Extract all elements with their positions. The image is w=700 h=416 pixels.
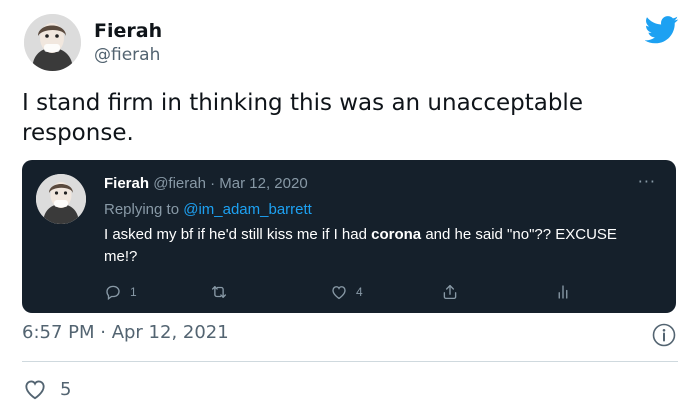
replying-to-mention[interactable]: @im_adam_barrett <box>183 201 312 218</box>
avatar-photo <box>24 14 81 71</box>
tweet-like-button[interactable]: 5 <box>22 376 71 402</box>
tweet-like-count: 5 <box>60 378 72 400</box>
quoted-author-meta: @fierah · Mar 12, 2020 <box>153 175 308 192</box>
heart-icon <box>332 286 346 300</box>
retweet-button[interactable] <box>210 283 228 301</box>
analytics-button[interactable] <box>554 283 572 301</box>
like-button[interactable]: 4 <box>330 283 363 301</box>
quoted-author-name[interactable]: Fierah <box>104 175 149 192</box>
analytics-icon <box>558 285 568 299</box>
share-button[interactable] <box>441 283 459 301</box>
heart-icon <box>25 380 45 400</box>
replying-to-label: Replying to <box>104 201 180 218</box>
tweet-text: I stand firm in thinking this was an una… <box>22 90 583 146</box>
quoted-tweet-card[interactable]: Fierah @fierah · Mar 12, 2020 ··· Replyi… <box>22 160 676 313</box>
quoted-header: Fierah @fierah · Mar 12, 2020 <box>104 175 308 192</box>
quoted-author-avatar[interactable] <box>36 174 86 224</box>
retweet-icon <box>211 286 227 298</box>
info-icon[interactable] <box>652 323 676 347</box>
quoted-text-bold: corona <box>371 226 422 243</box>
more-options-icon[interactable]: ··· <box>638 172 656 191</box>
author-display-name[interactable]: Fierah <box>94 20 162 42</box>
reply-count: 1 <box>130 285 137 299</box>
reply-button[interactable]: 1 <box>104 283 137 301</box>
author-avatar[interactable] <box>24 14 81 71</box>
divider <box>22 361 678 362</box>
reply-icon <box>106 285 120 301</box>
quoted-action-bar: 1 4 <box>104 283 644 303</box>
quoted-tweet-text: I asked my bf if he'd still kiss me if I… <box>104 224 644 268</box>
replying-to-line: Replying to @im_adam_barrett <box>104 201 312 218</box>
twitter-bird-icon[interactable] <box>645 16 679 44</box>
tweet-timestamp[interactable]: 6:57 PM · Apr 12, 2021 <box>22 322 229 343</box>
author-handle[interactable]: @fierah <box>94 45 160 65</box>
share-icon <box>443 284 457 300</box>
quoted-text-part1: I asked my bf if he'd still kiss me if I… <box>104 226 372 243</box>
like-count: 4 <box>356 285 363 299</box>
avatar-photo <box>36 174 86 224</box>
